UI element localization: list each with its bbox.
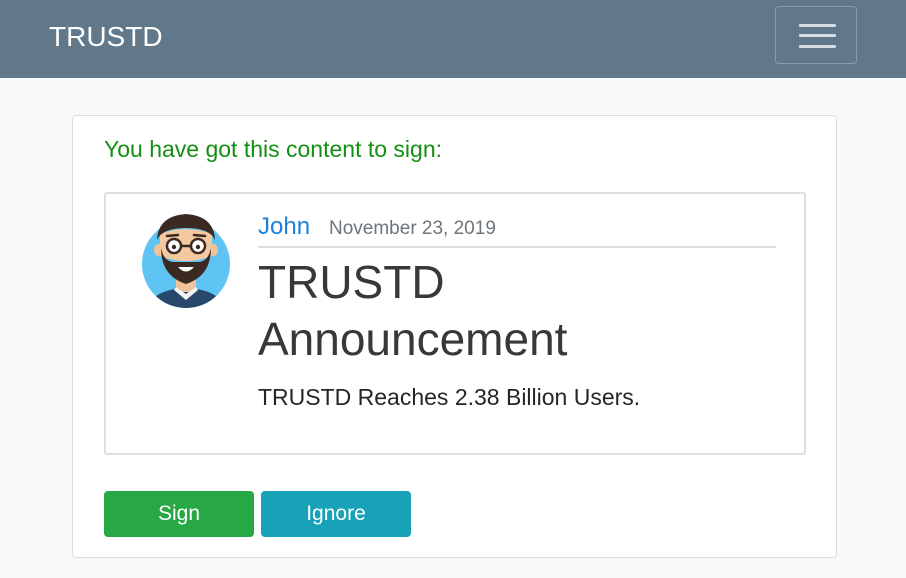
menu-toggle-button[interactable]	[775, 6, 857, 64]
brand-link[interactable]: TRUSTD	[49, 19, 163, 55]
user-avatar-icon	[142, 214, 230, 308]
post-meta: John November 23, 2019	[258, 212, 776, 248]
content-preview: John November 23, 2019 TRUSTD Announceme…	[104, 192, 806, 455]
post-date: November 23, 2019	[329, 218, 496, 239]
ignore-button[interactable]: Ignore	[261, 491, 411, 537]
sign-button[interactable]: Sign	[104, 491, 254, 537]
sign-prompt: You have got this content to sign:	[104, 136, 443, 162]
navbar: TRUSTD	[0, 0, 906, 78]
post-title: TRUSTD Announcement	[258, 256, 568, 365]
post-body: TRUSTD Reaches 2.38 Billion Users.	[258, 384, 641, 410]
sign-request-card: You have got this content to sign: John …	[72, 115, 837, 558]
author-link[interactable]: John	[258, 212, 310, 242]
